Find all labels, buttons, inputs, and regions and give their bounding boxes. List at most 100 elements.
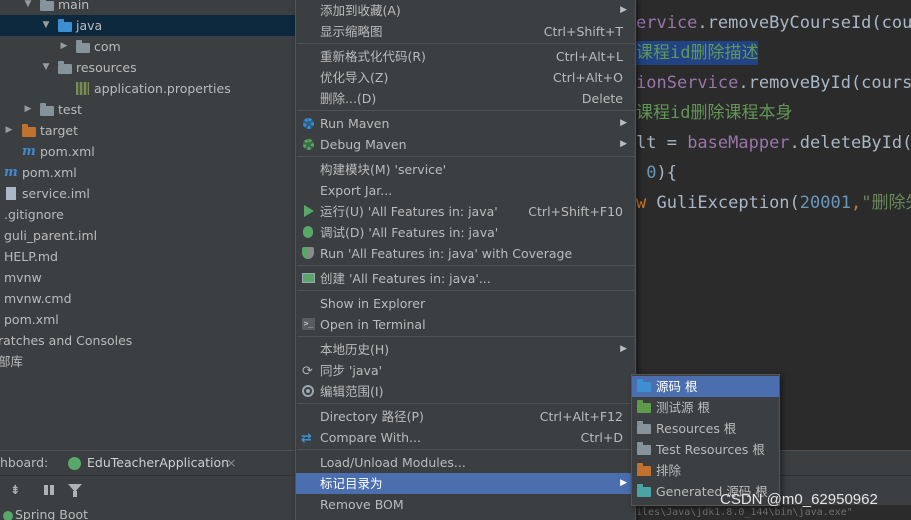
expand-arrow-icon[interactable]: ▼ [40,15,52,36]
tree-node-label: mvnw [4,270,42,285]
group-by-icon[interactable] [44,485,54,495]
tree-node[interactable]: ratches and Consoles [0,330,300,351]
menu-item[interactable]: ⇄ Compare With... Ctrl+D [296,427,635,448]
menu-item[interactable]: 编辑范围(I) [296,381,635,402]
submenu-item[interactable]: 测试源 根 [632,397,779,418]
menu-item-label: Remove BOM [320,497,404,512]
menu-item-label: Export Jar... [320,183,393,198]
menu-item[interactable]: 运行(U) 'All Features in: java' Ctrl+Shift+… [296,201,635,222]
menu-item[interactable]: 显示缩略图 Ctrl+Shift+T [296,21,635,42]
code-token: .deleteById(c [789,133,911,153]
tree-node[interactable]: ▶ target [0,120,300,141]
tree-node[interactable]: m pom.xml [0,162,300,183]
tree-node[interactable]: application.properties [0,78,300,99]
menu-item[interactable]: Load/Unload Modules... [296,452,635,473]
tree-node[interactable]: guli_parent.iml [0,225,300,246]
terminal-icon: >_ [302,318,315,330]
menu-item[interactable]: Debug Maven ▶ [296,134,635,155]
submenu-item[interactable]: Resources 根 [632,418,779,439]
tree-node-label: pom.xml [22,165,77,180]
tree-node[interactable]: ▼ java [0,15,300,36]
submenu-item[interactable]: Test Resources 根 [632,439,779,460]
scope-icon [301,384,316,399]
code-token: lt = [636,133,688,153]
menu-item-label: Debug Maven [320,137,407,152]
folder-green-icon [637,400,652,415]
menu-item[interactable]: >_ Open in Terminal [296,314,635,335]
menu-item[interactable]: Run 'All Features in: java' with Coverag… [296,243,635,264]
menu-item[interactable]: 添加到收藏(A) ▶ [296,0,635,21]
code-line: 课程id删除描述 [636,41,759,65]
submenu-item-label: Test Resources 根 [656,442,765,457]
menu-item[interactable]: 重新格式化代码(R) Ctrl+Alt+L [296,46,635,67]
sync-icon: ⟳ [302,364,313,379]
collapse-arrow-icon[interactable]: ▶ [58,36,70,57]
tree-node[interactable]: mvnw [0,267,300,288]
menu-item[interactable]: Directory 路径(P) Ctrl+Alt+F12 [296,406,635,427]
app-tab[interactable]: EduTeacherApplication [87,451,229,475]
code-token: .removeByCourseId(cour [697,13,911,33]
tree-node[interactable]: ▶ com [0,36,300,57]
menu-item-shortcut: Ctrl+D [580,430,623,445]
collapse-arrow-icon[interactable]: ▶ [22,99,34,120]
menu-separator [297,110,636,111]
menu-item-shortcut: Ctrl+Shift+F10 [528,204,623,219]
menu-item-shortcut: Delete [581,91,623,106]
dashboard-tab-label: hboard: [0,455,49,470]
menu-item[interactable]: 删除...(D) Delete [296,88,635,109]
menu-item-label: Directory 路径(P) [320,409,424,424]
properties-file-icon [76,82,92,95]
menu-item-shortcut: Ctrl+Alt+L [555,49,623,64]
tree-node-label: target [40,123,79,138]
menu-item-label: Run Maven [320,116,390,131]
menu-item[interactable]: 标记目录为 ▶ [296,473,635,494]
folder-blue-icon [58,19,74,32]
coverage-icon [301,246,316,261]
submenu-item[interactable]: 源码 根 [632,376,779,397]
menu-item[interactable]: Show in Explorer [296,293,635,314]
menu-item-label: 运行(U) 'All Features in: java' [320,204,498,219]
maven-icon: m [4,165,18,180]
folder-icon [58,61,74,74]
menu-item[interactable]: Remove BOM [296,494,635,515]
submenu-item[interactable]: 排除 [632,460,779,481]
folder-orange-icon [637,463,652,478]
tree-node[interactable]: 部库 [0,351,300,372]
folder-icon [40,0,56,11]
spring-boot-item[interactable]: Spring Boot [15,503,88,520]
tree-node[interactable]: ▼ main [0,0,300,15]
tree-node[interactable]: ▶ test [0,99,300,120]
close-tab-icon[interactable]: × [226,451,236,475]
watermark: CSDN @m0_62950962 [720,491,878,508]
expand-arrow-icon[interactable]: ▼ [40,57,52,78]
spring-boot-item-icon [3,511,13,520]
menu-item[interactable]: Run Maven ▶ [296,113,635,134]
tree-node[interactable]: m pom.xml [0,141,300,162]
submenu-arrow-icon: ▶ [620,118,627,128]
menu-item[interactable]: 优化导入(Z) Ctrl+Alt+O [296,67,635,88]
debug-icon [301,225,316,240]
menu-item-label: 显示缩略图 [320,24,383,39]
menu-separator [297,265,636,266]
menu-item-label: 调试(D) 'All Features in: java' [320,225,499,240]
tree-node[interactable]: ▼ resources [0,57,300,78]
file-icon [4,187,20,200]
tree-node[interactable]: service.iml [0,183,300,204]
tree-node[interactable]: mvnw.cmd [0,288,300,309]
menu-item[interactable]: 构建模块(M) 'service' [296,159,635,180]
code-line: w GuliException(20001,"删除失 [636,191,911,215]
collapse-arrow-icon[interactable]: ▶ [3,120,15,141]
expand-arrow-icon[interactable]: ▼ [22,0,34,15]
menu-item[interactable]: Export Jar... [296,180,635,201]
menu-item[interactable]: ⟳ 同步 'java' [296,360,635,381]
code-token: "删除失 [861,193,911,213]
menu-item[interactable]: 本地历史(H) ▶ [296,339,635,360]
tree-node[interactable]: HELP.md [0,246,300,267]
menu-item-label: 编辑范围(I) [320,384,384,399]
menu-item[interactable]: 创建 'All Features in: java'... [296,268,635,289]
tree-node[interactable]: .gitignore [0,204,300,225]
submenu-arrow-icon: ▶ [620,344,627,354]
collapse-all-icon[interactable]: ⇟ [10,478,20,502]
tree-node[interactable]: pom.xml [0,309,300,330]
menu-item[interactable]: 调试(D) 'All Features in: java' [296,222,635,243]
